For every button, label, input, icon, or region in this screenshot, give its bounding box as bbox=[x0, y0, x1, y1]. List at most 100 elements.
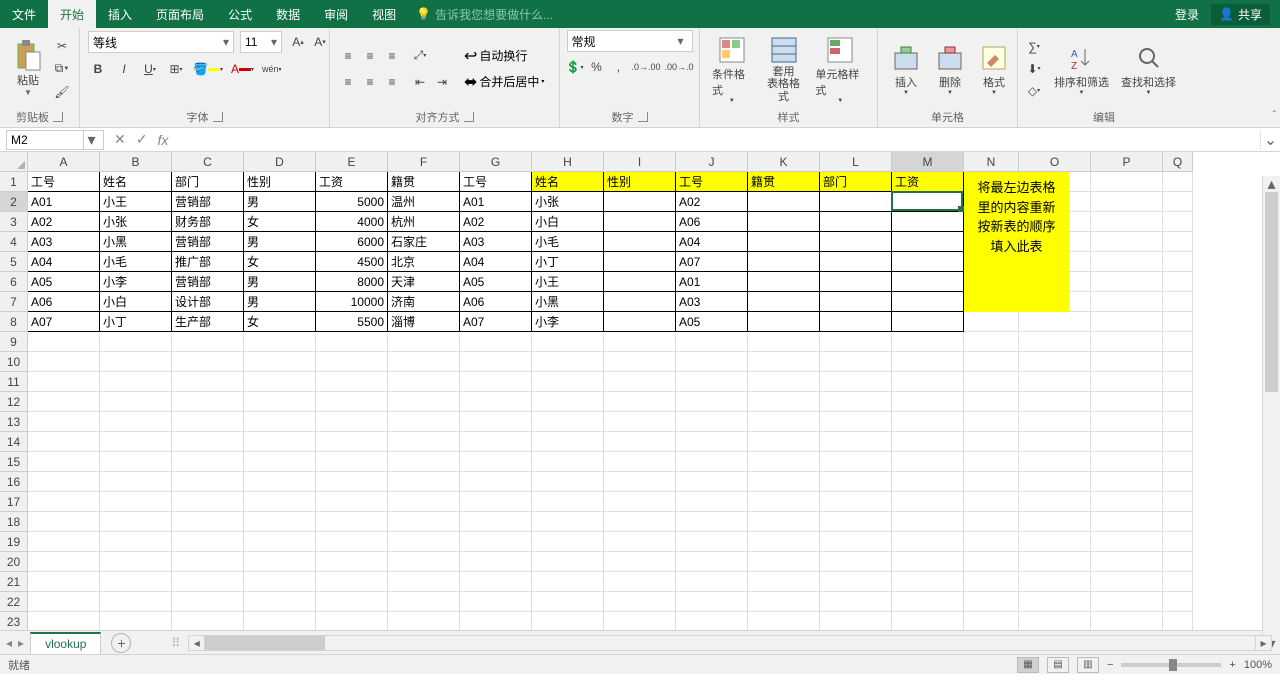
cell[interactable] bbox=[892, 232, 964, 252]
cell[interactable] bbox=[388, 372, 460, 392]
fx-button[interactable]: fx bbox=[157, 132, 168, 148]
cell[interactable] bbox=[892, 392, 964, 412]
cell[interactable] bbox=[244, 372, 316, 392]
cell[interactable] bbox=[316, 592, 388, 612]
cell[interactable] bbox=[964, 392, 1019, 412]
cell[interactable] bbox=[748, 432, 820, 452]
cell[interactable] bbox=[748, 492, 820, 512]
cell[interactable] bbox=[100, 372, 172, 392]
cell[interactable] bbox=[244, 512, 316, 532]
cell[interactable] bbox=[748, 532, 820, 552]
horizontal-scrollbar[interactable]: ◂ ▸ bbox=[188, 635, 1272, 651]
cell[interactable] bbox=[964, 592, 1019, 612]
column-header[interactable]: P bbox=[1091, 152, 1163, 172]
cell[interactable] bbox=[28, 572, 100, 592]
cell[interactable] bbox=[1163, 532, 1193, 552]
cell[interactable] bbox=[1163, 512, 1193, 532]
autosum-button[interactable]: ∑▾ bbox=[1024, 37, 1044, 57]
tab-data[interactable]: 数据 bbox=[264, 0, 312, 28]
cell[interactable] bbox=[820, 312, 892, 332]
cell[interactable] bbox=[1091, 512, 1163, 532]
cell[interactable] bbox=[820, 572, 892, 592]
cell[interactable] bbox=[676, 512, 748, 532]
column-header[interactable]: K bbox=[748, 152, 820, 172]
align-right-button[interactable]: ≡ bbox=[382, 72, 402, 92]
cell[interactable] bbox=[892, 612, 964, 630]
cell[interactable] bbox=[316, 552, 388, 572]
wrap-text-button[interactable]: ↩自动换行 bbox=[462, 45, 546, 67]
cell[interactable] bbox=[244, 432, 316, 452]
align-center-button[interactable]: ≡ bbox=[360, 72, 380, 92]
cell[interactable]: 工号 bbox=[676, 172, 748, 192]
cell[interactable] bbox=[1163, 232, 1193, 252]
chevron-down-icon[interactable]: ▾ bbox=[267, 35, 281, 49]
cell[interactable] bbox=[172, 512, 244, 532]
cell[interactable] bbox=[1091, 352, 1163, 372]
cell[interactable] bbox=[748, 412, 820, 432]
row-header[interactable]: 17 bbox=[0, 492, 28, 512]
cell[interactable] bbox=[1091, 432, 1163, 452]
cell[interactable] bbox=[1163, 412, 1193, 432]
cell[interactable] bbox=[460, 592, 532, 612]
cell[interactable] bbox=[820, 252, 892, 272]
merge-center-button[interactable]: ⬌合并后居中▾ bbox=[462, 71, 546, 93]
number-format-combo[interactable]: ▾ bbox=[567, 30, 693, 52]
cell[interactable] bbox=[172, 592, 244, 612]
font-size-combo[interactable]: ▾ bbox=[240, 31, 282, 53]
cell[interactable]: 天津 bbox=[388, 272, 460, 292]
grow-font-button[interactable]: A▴ bbox=[288, 32, 308, 52]
cell[interactable] bbox=[1091, 552, 1163, 572]
cell[interactable]: 男 bbox=[244, 232, 316, 252]
delete-cells-button[interactable]: 删除▼ bbox=[928, 40, 972, 98]
cell[interactable] bbox=[388, 452, 460, 472]
column-header[interactable]: I bbox=[604, 152, 676, 172]
cell[interactable] bbox=[676, 452, 748, 472]
row-header[interactable]: 18 bbox=[0, 512, 28, 532]
cell[interactable] bbox=[460, 492, 532, 512]
align-left-button[interactable]: ≡ bbox=[338, 72, 358, 92]
cell[interactable] bbox=[1019, 332, 1091, 352]
row-header[interactable]: 11 bbox=[0, 372, 28, 392]
cell[interactable]: 性别 bbox=[604, 172, 676, 192]
orientation-button[interactable]: ⤢▾ bbox=[410, 46, 430, 66]
cell[interactable] bbox=[172, 392, 244, 412]
cell[interactable] bbox=[172, 532, 244, 552]
cell[interactable] bbox=[892, 452, 964, 472]
cell[interactable] bbox=[820, 452, 892, 472]
cell[interactable] bbox=[172, 612, 244, 630]
tab-file[interactable]: 文件 bbox=[0, 0, 48, 28]
cell[interactable] bbox=[1091, 232, 1163, 252]
cell[interactable] bbox=[964, 312, 1019, 332]
cell[interactable] bbox=[532, 612, 604, 630]
cell[interactable] bbox=[820, 232, 892, 252]
cell[interactable]: 4500 bbox=[316, 252, 388, 272]
name-box-input[interactable] bbox=[7, 133, 83, 147]
align-dialog-launcher[interactable] bbox=[464, 112, 474, 122]
cell[interactable]: A02 bbox=[28, 212, 100, 232]
cell[interactable] bbox=[892, 332, 964, 352]
cell[interactable] bbox=[820, 192, 892, 212]
cell[interactable] bbox=[604, 452, 676, 472]
cell[interactable]: 小李 bbox=[100, 272, 172, 292]
cell[interactable] bbox=[676, 432, 748, 452]
cell[interactable] bbox=[316, 532, 388, 552]
cell[interactable] bbox=[892, 552, 964, 572]
cell[interactable] bbox=[1091, 492, 1163, 512]
cell[interactable]: 女 bbox=[244, 252, 316, 272]
cell[interactable] bbox=[244, 392, 316, 412]
tell-me[interactable]: 💡 告诉我您想要做什么... bbox=[416, 6, 553, 23]
cell[interactable] bbox=[532, 352, 604, 372]
cell[interactable] bbox=[1091, 172, 1163, 192]
cell[interactable] bbox=[676, 592, 748, 612]
cell[interactable] bbox=[820, 592, 892, 612]
cell[interactable] bbox=[892, 412, 964, 432]
cell[interactable] bbox=[892, 432, 964, 452]
cell[interactable] bbox=[244, 352, 316, 372]
cell[interactable] bbox=[460, 412, 532, 432]
cell[interactable]: 推广部 bbox=[172, 252, 244, 272]
cell[interactable] bbox=[964, 512, 1019, 532]
cell[interactable]: 10000 bbox=[316, 292, 388, 312]
cell[interactable]: 设计部 bbox=[172, 292, 244, 312]
cell[interactable]: 工资 bbox=[316, 172, 388, 192]
cell[interactable] bbox=[28, 472, 100, 492]
